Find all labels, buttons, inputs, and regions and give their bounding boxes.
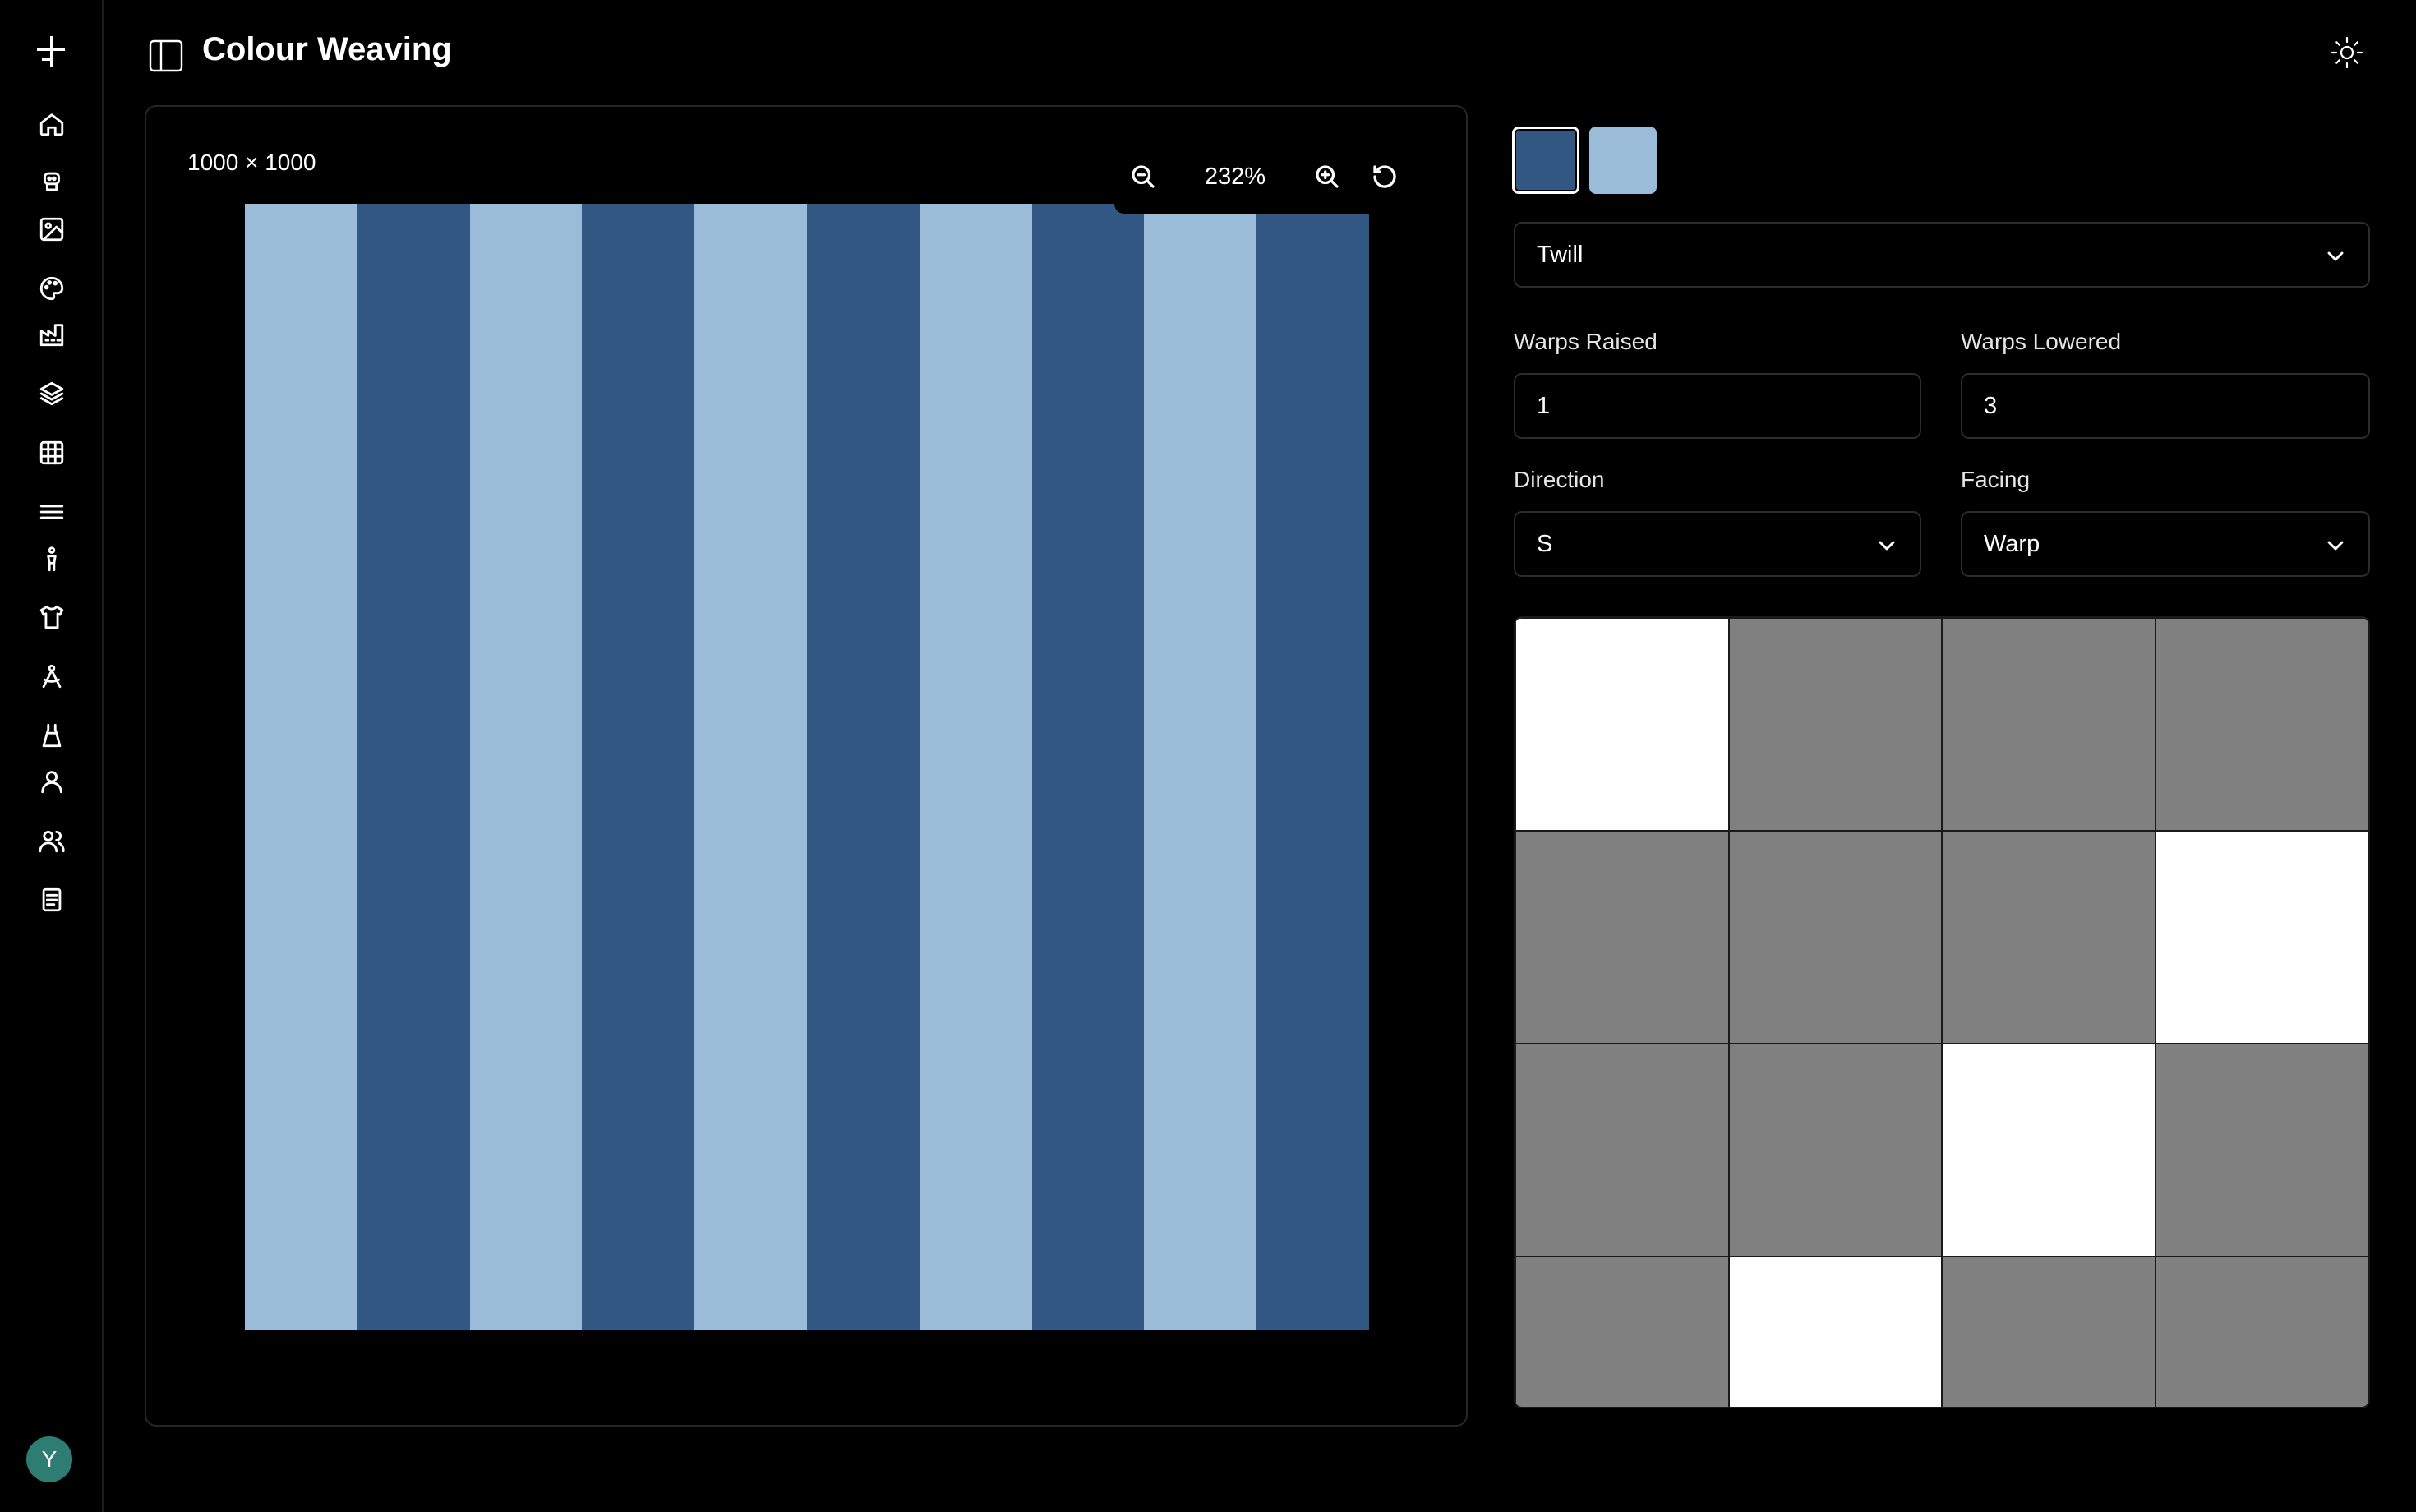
app-logo-icon[interactable] [33,33,71,71]
robot-icon[interactable] [36,166,67,197]
fabric-stripe [694,204,807,1330]
grid-cell-raised[interactable] [2155,831,2368,1044]
grid-cell-lowered[interactable] [1728,1044,1942,1256]
fabric-stripe [1144,204,1257,1330]
warps-raised-input[interactable]: 1 [1514,373,1921,439]
factory-icon[interactable] [36,319,67,350]
grid-icon[interactable] [36,437,67,468]
grid-cell-lowered[interactable] [1728,618,1942,831]
chevron-down-icon [2322,243,2349,270]
colour-swatches [1512,127,1657,194]
page-title: Colour Weaving [202,31,452,67]
reset-icon[interactable] [1356,148,1413,205]
direction-select[interactable]: S [1514,511,1921,577]
user-icon[interactable] [36,766,67,797]
menu-lines-icon[interactable] [36,496,67,528]
image-icon[interactable] [36,214,67,245]
layers-icon[interactable] [36,378,67,409]
chevron-down-icon [2322,532,2349,559]
warps-raised-label: Warps Raised [1514,329,1658,354]
grid-cell-lowered[interactable] [2155,1256,2368,1407]
shirt-icon[interactable] [36,602,67,633]
zoom-toolbar: 232% [1114,140,1433,214]
grid-cell-lowered[interactable] [1515,1044,1729,1256]
zoom-in-icon[interactable] [1298,148,1356,205]
colour-swatch[interactable] [1512,127,1579,194]
weave-draft-grid [1514,616,2370,1408]
grid-cell-raised[interactable] [1942,1044,2155,1256]
fabric-stripe [469,204,583,1330]
dress-icon[interactable] [36,720,67,751]
grid-cell-raised[interactable] [1515,618,1729,831]
direction-label: Direction [1514,467,1605,492]
grid-cell-raised[interactable] [1728,1256,1942,1407]
compass-icon[interactable] [36,661,67,692]
avatar[interactable]: Y [26,1436,72,1482]
facing-label: Facing [1961,467,2031,492]
grid-cell-lowered[interactable] [1515,831,1729,1044]
fabric-stripe [245,204,357,1330]
facing-value: Warp [1984,530,2040,557]
sidebar-toggle-icon[interactable] [148,38,184,74]
grid-cell-lowered[interactable] [1515,1256,1729,1407]
canvas-panel: 1000 × 1000 232% [145,105,1468,1427]
users-icon[interactable] [36,825,67,856]
fabric-preview[interactable] [245,204,1369,1330]
warps-lowered-input[interactable]: 3 [1961,373,2370,439]
colour-swatch[interactable] [1589,127,1657,194]
sidebar: Y [0,0,104,1512]
document-icon[interactable] [36,884,67,915]
palette-icon[interactable] [36,273,67,304]
grid-cell-lowered[interactable] [1942,618,2155,831]
chevron-down-icon [1874,532,1900,559]
grid-cell-lowered[interactable] [1728,831,1942,1044]
app-window: Y Colour Weaving 1000 × 1000 232% Twill [0,0,2416,1512]
grid-cell-lowered[interactable] [2155,618,2368,831]
grid-cell-lowered[interactable] [1942,831,2155,1044]
sun-icon[interactable] [2329,35,2365,71]
figure-icon[interactable] [36,544,67,575]
zoom-level: 232% [1204,163,1266,190]
zoom-out-icon[interactable] [1114,148,1172,205]
fabric-stripe [582,204,695,1330]
facing-select[interactable]: Warp [1961,511,2370,577]
grid-cell-lowered[interactable] [2155,1044,2368,1256]
fabric-stripe [806,204,920,1330]
grid-cell-lowered[interactable] [1942,1256,2155,1407]
fabric-stripe [919,204,1032,1330]
fabric-stripe [357,204,470,1330]
canvas-dimensions: 1000 × 1000 [187,150,316,175]
warps-lowered-label: Warps Lowered [1961,329,2122,354]
direction-value: S [1537,530,1553,557]
weave-pattern-select[interactable]: Twill [1514,222,2370,288]
fabric-stripe [1256,204,1369,1330]
home-icon[interactable] [36,108,67,140]
weave-pattern-value: Twill [1537,241,1584,268]
fabric-stripe [1031,204,1145,1330]
